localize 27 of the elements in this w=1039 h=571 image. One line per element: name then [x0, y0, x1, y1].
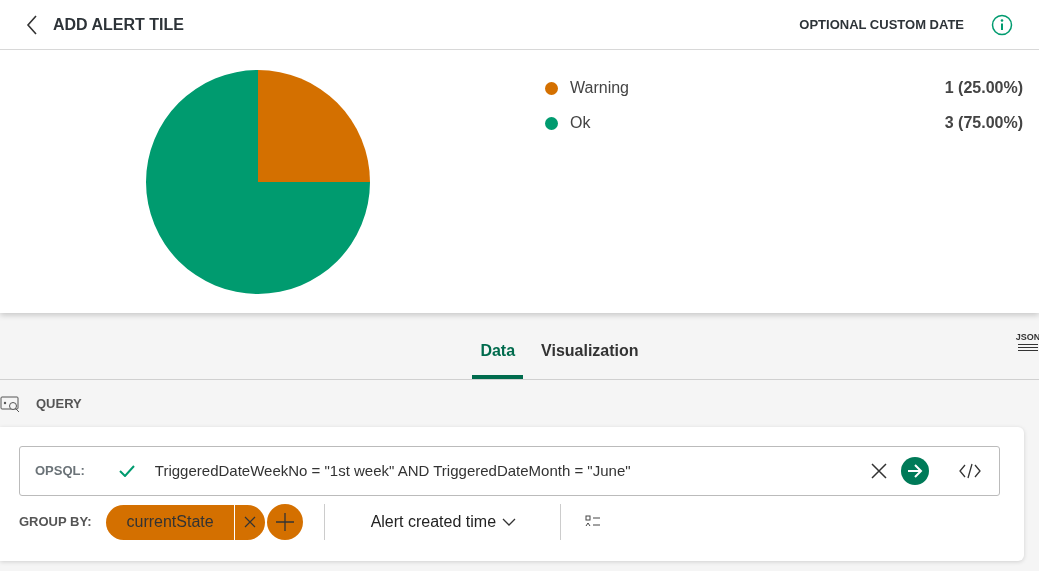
- add-button[interactable]: [266, 504, 303, 540]
- section-title: QUERY: [36, 394, 82, 413]
- custom-date-button[interactable]: OPTIONAL CUSTOM DATE: [799, 14, 964, 35]
- info-icon[interactable]: [991, 13, 1013, 36]
- code-icon[interactable]: [959, 463, 981, 479]
- time-field-dropdown[interactable]: Alert created time: [370, 510, 517, 534]
- query-text: TriggeredDateWeekNo = "1st week" AND TriggeredDateMonth = "June": [154, 460, 631, 481]
- query-language-label: OPSQL:: [35, 462, 85, 481]
- back-icon[interactable]: [26, 14, 38, 35]
- arrow-icon: [907, 464, 923, 478]
- group-chip[interactable]: currentState: [106, 504, 265, 540]
- group-by-label: GROUP BY:: [19, 513, 92, 532]
- tab[interactable]: Visualization: [533, 339, 647, 379]
- caret-icon: [502, 518, 517, 526]
- list-icon[interactable]: [585, 515, 602, 529]
- remove-icon[interactable]: [243, 516, 256, 528]
- tab[interactable]: Data: [472, 339, 524, 379]
- page-title: ADD ALERT TILE: [53, 14, 184, 35]
- clear-icon[interactable]: [871, 463, 887, 479]
- legend-label: Warning: [570, 78, 629, 98]
- plus-icon: [274, 512, 295, 532]
- query-field[interactable]: OPSQL: TriggeredDateWeekNo = "1st week" AND TriggeredDateMonth = "June": [19, 446, 1000, 496]
- run-button[interactable]: [901, 457, 929, 485]
- legend-value: 3 (75.00%): [944, 113, 1023, 133]
- legend-label: Ok: [570, 113, 591, 133]
- json-button[interactable]: JSON: [1017, 333, 1039, 351]
- legend-value: 1 (25.00%): [944, 78, 1023, 98]
